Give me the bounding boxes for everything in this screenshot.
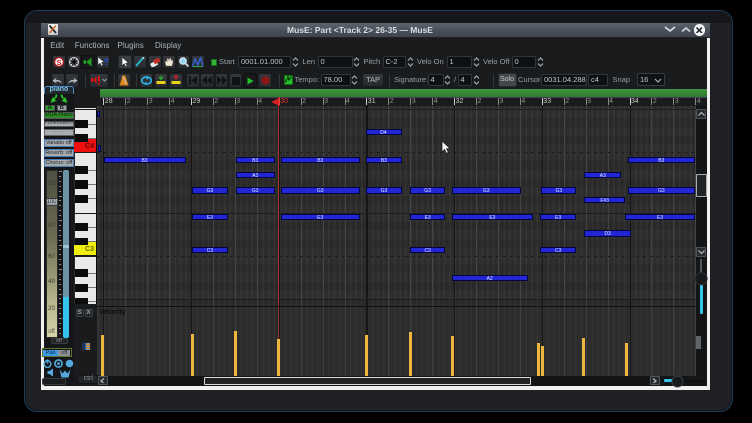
svg-text:S: S xyxy=(56,58,61,67)
svg-text:?: ? xyxy=(103,57,109,67)
